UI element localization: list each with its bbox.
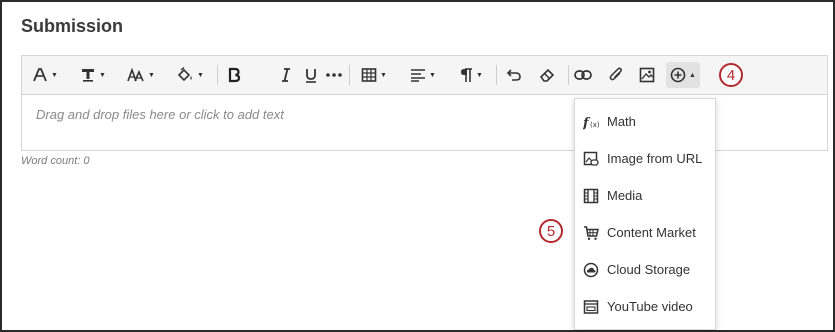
menu-item-math[interactable]: f (x) Math xyxy=(575,103,715,140)
fill-color-icon xyxy=(176,67,194,83)
menu-item-media[interactable]: Media xyxy=(575,177,715,214)
more-button[interactable] xyxy=(324,62,344,88)
undo-icon xyxy=(506,67,522,83)
svg-text:(x): (x) xyxy=(590,121,599,129)
chevron-down-icon: ▼ xyxy=(51,71,58,79)
paragraph-mark-icon xyxy=(459,67,473,83)
insert-link-button[interactable] xyxy=(573,62,593,88)
menu-item-youtube-video[interactable]: YouTube video xyxy=(575,288,715,325)
add-content-icon xyxy=(670,67,686,83)
table-icon xyxy=(361,67,377,83)
chevron-down-icon: ▼ xyxy=(148,71,155,79)
undo-button[interactable] xyxy=(504,62,524,88)
submission-panel: Submission ▼ ▼ ▼ ▼ ▼ ▼ ▼ ▲ Drag and drop… xyxy=(0,0,835,332)
chevron-down-icon: ▼ xyxy=(99,71,106,79)
attach-file-button[interactable] xyxy=(606,62,626,88)
menu-item-label: Media xyxy=(607,188,643,203)
video-player-icon xyxy=(583,299,599,315)
shopping-cart-icon xyxy=(583,225,599,241)
callout-badge-4: 4 xyxy=(719,63,743,87)
align-button[interactable]: ▼ xyxy=(408,62,438,88)
align-icon xyxy=(410,68,426,82)
image-url-icon xyxy=(583,151,599,167)
fill-color-button[interactable]: ▼ xyxy=(174,62,206,88)
menu-item-label: Math xyxy=(607,114,636,129)
font-size-button[interactable]: ▼ xyxy=(125,62,157,88)
section-title: Submission xyxy=(21,16,124,36)
more-icon xyxy=(326,72,342,78)
chevron-down-icon: ▼ xyxy=(429,71,436,79)
menu-item-content-market[interactable]: Content Market xyxy=(575,214,715,251)
menu-item-image-from-url[interactable]: Image from URL xyxy=(575,140,715,177)
chevron-up-icon: ▲ xyxy=(689,71,696,79)
eraser-icon xyxy=(539,67,555,83)
toolbar-divider xyxy=(217,65,218,85)
toolbar-divider xyxy=(568,65,569,85)
menu-item-cloud-storage[interactable]: Cloud Storage xyxy=(575,251,715,288)
bold-icon xyxy=(227,67,241,83)
media-film-icon xyxy=(583,188,599,204)
editor-toolbar: ▼ ▼ ▼ ▼ ▼ ▼ ▼ ▲ xyxy=(22,56,827,95)
callout-badge-5: 5 xyxy=(539,219,563,243)
insert-image-button[interactable] xyxy=(637,62,657,88)
toolbar-divider xyxy=(496,65,497,85)
table-button[interactable]: ▼ xyxy=(359,62,389,88)
underline-button[interactable] xyxy=(301,62,321,88)
paragraph-style-button[interactable]: ▼ xyxy=(30,62,60,88)
insert-content-menu: f (x) Math Image from URL Media Content M… xyxy=(574,98,716,330)
menu-item-label: Cloud Storage xyxy=(607,262,691,277)
image-icon xyxy=(639,67,655,83)
menu-item-label: Image from URL xyxy=(607,151,703,166)
link-icon xyxy=(574,69,592,81)
menu-item-label: Content Market xyxy=(607,225,696,240)
font-size-icon xyxy=(127,67,145,83)
menu-item-label: YouTube video xyxy=(607,299,693,314)
chevron-down-icon: ▼ xyxy=(476,71,483,79)
italic-button[interactable] xyxy=(276,62,296,88)
chevron-down-icon: ▼ xyxy=(197,71,204,79)
text-format-icon xyxy=(80,67,96,83)
bold-button[interactable] xyxy=(224,62,244,88)
attachment-icon xyxy=(609,67,623,83)
paragraph-style-icon xyxy=(32,67,48,83)
toolbar-divider xyxy=(349,65,350,85)
cloud-storage-icon xyxy=(583,262,599,278)
math-function-icon: f (x) xyxy=(583,114,599,130)
editor-placeholder[interactable]: Drag and drop files here or click to add… xyxy=(36,107,284,122)
clear-formatting-button[interactable] xyxy=(537,62,557,88)
text-format-button[interactable]: ▼ xyxy=(78,62,108,88)
underline-icon xyxy=(304,67,318,83)
word-count: Word count: 0 xyxy=(21,155,90,167)
add-content-button[interactable]: ▲ xyxy=(666,62,700,88)
italic-icon xyxy=(280,67,292,83)
paragraph-button[interactable]: ▼ xyxy=(456,62,486,88)
chevron-down-icon: ▼ xyxy=(380,71,387,79)
